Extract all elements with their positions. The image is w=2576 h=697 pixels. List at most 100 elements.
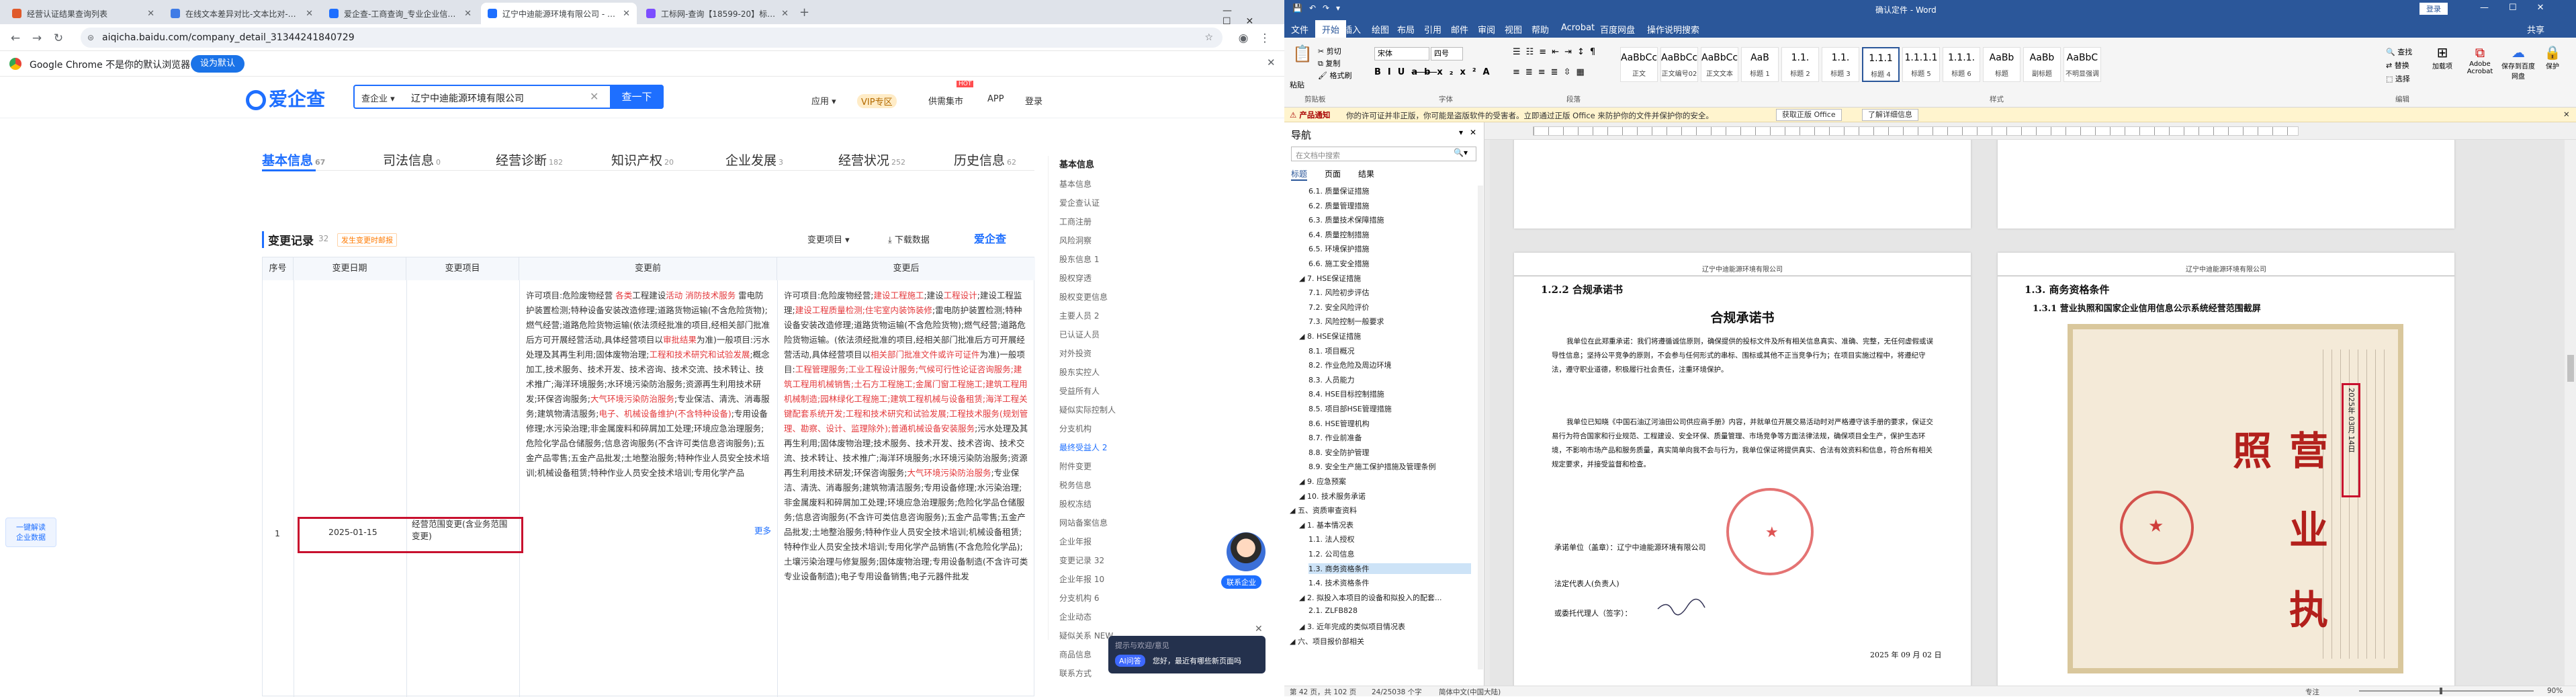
paste-label[interactable]: 粘贴 — [1290, 79, 1304, 90]
main-tab-3[interactable]: 知识产权 20 — [611, 151, 674, 169]
right-nav-item[interactable]: 疑似实际控制人 — [1049, 401, 1128, 419]
site-info-icon[interactable]: ⊜ — [87, 28, 94, 48]
more-link[interactable]: 更多 — [754, 524, 771, 538]
nav-market[interactable]: 供需集市 — [928, 94, 963, 107]
main-tab-5[interactable]: 经营状况 252 — [838, 151, 905, 169]
nav-heading-item[interactable]: ◢ 7. HSE保证措施 — [1299, 273, 1471, 284]
search-button[interactable]: 查一下 — [610, 85, 664, 109]
assistant-avatar[interactable] — [1227, 532, 1265, 571]
collapse-caret-icon[interactable]: ◢ — [1299, 477, 1307, 486]
nav-heading-item[interactable]: 8.2. 作业危险及周边环境 — [1308, 360, 1471, 370]
nav-heading-item[interactable]: 1.2. 公司信息 — [1308, 548, 1471, 559]
font-format-buttons[interactable]: BIUabx₂x²A — [1374, 67, 1497, 77]
nav-login[interactable]: 登录 — [1025, 94, 1042, 107]
close-message-icon[interactable]: ✕ — [2563, 110, 2570, 119]
quick-access-toolbar[interactable]: 💾↶↷▾ — [1292, 3, 1347, 13]
nav-heading-item[interactable]: 6.2. 质量管理措施 — [1308, 200, 1471, 211]
nav-search-icon[interactable]: 🔍▾ — [1454, 148, 1468, 157]
style-gallery-item[interactable]: AaBbCcI 正文文本 — [1701, 47, 1738, 82]
nav-heading-item[interactable]: 8.6. HSE管理机构 — [1308, 418, 1471, 429]
filter-dropdown[interactable]: 变更项目 ▾ — [807, 233, 850, 245]
right-nav-item[interactable]: 爱企查认证 — [1049, 194, 1128, 212]
site-logo[interactable]: 爱企查 — [246, 85, 325, 112]
learn-more-button[interactable]: 了解详细信息 — [1862, 109, 1918, 121]
right-nav-item[interactable]: 风险洞察 — [1049, 231, 1128, 250]
ribbon-tab-10[interactable]: Acrobat — [1561, 23, 1595, 33]
nav-heading-item[interactable]: 6.4. 质量控制措施 — [1308, 229, 1471, 240]
address-bar[interactable]: ⊜ aiqicha.baidu.com/company_detail_31344… — [81, 28, 1223, 48]
baidu-save-button[interactable]: ☁ 保存到百度网盘 — [2501, 44, 2535, 81]
word-login-button[interactable]: 登录 — [2419, 3, 2448, 15]
right-nav-item[interactable]: 对外投资 — [1049, 344, 1128, 363]
tab-close-icon[interactable]: ✕ — [306, 9, 313, 19]
main-tab-0[interactable]: 基本信息 67 — [262, 151, 325, 169]
focus-mode[interactable]: 专注 — [2305, 687, 2319, 697]
doc-scrollbar[interactable] — [2565, 140, 2576, 686]
style-gallery-item[interactable]: 1.1.1. 标题 6 — [1943, 47, 1980, 82]
nav-heading-item[interactable]: 1.4. 技术资格条件 — [1308, 577, 1471, 588]
browser-tab[interactable]: 在线文本差异对比-文本比对-文本 ✕ — [164, 3, 320, 24]
ribbon-tab-11[interactable]: 百度网盘 — [1600, 23, 1635, 36]
nav-vip[interactable]: VIP专区 — [857, 94, 897, 108]
style-gallery-item[interactable]: 1.1. 标题 2 — [1781, 47, 1819, 82]
style-gallery-item[interactable]: 1.1.1.1 标题 5 — [1902, 47, 1940, 82]
right-nav-item[interactable]: 企业年报 10 — [1049, 570, 1128, 589]
right-nav-item[interactable]: 已认证人员 — [1049, 325, 1128, 344]
nav-tab-headings[interactable]: 标题 — [1291, 168, 1308, 181]
tab-close-icon[interactable]: ✕ — [464, 9, 472, 19]
main-tab-1[interactable]: 司法信息 0 — [383, 151, 441, 169]
right-nav-item[interactable]: 分支机构 — [1049, 419, 1128, 438]
download-data-button[interactable]: ⤓ 下载数据 — [888, 233, 930, 245]
nav-heading-item[interactable]: 2.1. ZLFB828 — [1308, 606, 1471, 615]
collapse-caret-icon[interactable]: ◢ — [1299, 492, 1307, 501]
right-nav-item[interactable]: 基本信息 — [1049, 175, 1128, 194]
collapse-caret-icon[interactable]: ◢ — [1290, 637, 1298, 646]
collapse-caret-icon[interactable]: ◢ — [1299, 593, 1307, 602]
browser-tab[interactable]: 经营认证结果查询列表 ✕ — [5, 3, 161, 24]
right-nav-item[interactable]: 网站备案信息 — [1049, 514, 1128, 532]
right-nav-item[interactable]: 股权冻结 — [1049, 495, 1128, 514]
language[interactable]: 简体中文(中国大陆) — [1439, 687, 1501, 697]
ribbon-tab-2[interactable]: 插入 — [1343, 23, 1361, 36]
nav-heading-item[interactable]: 8.4. HSE目标控制措施 — [1308, 388, 1471, 399]
find-button[interactable]: 🔍 查找 — [2386, 46, 2412, 59]
back-icon[interactable]: ← — [7, 30, 24, 47]
nav-heading-item[interactable]: 8.5. 项目部HSE管理措施 — [1308, 403, 1471, 414]
nav-heading-item[interactable]: ◢ 1. 基本情况表 — [1299, 520, 1471, 530]
ribbon-tab-3[interactable]: 绘图 — [1372, 23, 1389, 36]
menu-kebab-icon[interactable]: ⋮ — [1256, 30, 1274, 47]
collapse-caret-icon[interactable]: ◢ — [1299, 521, 1307, 530]
nav-heading-item[interactable]: 1.1. 法人授权 — [1308, 534, 1471, 544]
set-default-button[interactable]: 设为默认 — [191, 55, 245, 73]
close-infobar-icon[interactable]: ✕ — [1267, 56, 1276, 69]
paste-icon[interactable]: 📋 — [1291, 44, 1314, 78]
nav-heading-item[interactable]: ◢ 8. HSE保证措施 — [1299, 331, 1471, 341]
tab-close-icon[interactable]: ✕ — [623, 9, 630, 19]
document-canvas[interactable]: 辽宁中迪能源环境有限公司 1.2.2 合规承诺书 合规承诺书 我单位在此郑重承诺… — [1490, 140, 2576, 686]
nav-heading-item[interactable]: 7.2. 安全风险评价 — [1308, 302, 1471, 313]
right-nav-item[interactable]: 变更记录 32 — [1049, 551, 1128, 570]
ribbon-tab-7[interactable]: 审阅 — [1478, 23, 1495, 36]
nav-scrollbar[interactable] — [1478, 186, 1483, 669]
forward-icon[interactable]: → — [28, 30, 46, 47]
tab-close-icon[interactable]: ✕ — [781, 9, 789, 19]
change-alert-tag[interactable]: 发生变更时邮报 — [337, 233, 397, 247]
nav-heading-item[interactable]: 8.7. 作业前准备 — [1308, 432, 1471, 443]
style-gallery-item[interactable]: 1.1. 标题 3 — [1822, 47, 1859, 82]
right-nav-item[interactable]: 附件变更 — [1049, 457, 1128, 476]
nav-heading-item[interactable]: ◢ 10. 技术服务承诺 — [1299, 491, 1471, 501]
right-nav-item[interactable]: 股权变更信息 — [1049, 288, 1128, 306]
format-painter-button[interactable]: 🖌 格式刷 — [1318, 70, 1351, 82]
collapse-caret-icon[interactable]: ◢ — [1299, 622, 1307, 631]
ai-interpret-float[interactable]: 一键解读 企业数据 — [5, 518, 56, 547]
share-button[interactable]: 共享 — [2527, 23, 2544, 36]
right-nav-item[interactable]: 工商注册 — [1049, 212, 1128, 231]
nav-heading-item[interactable]: 1.3. 商务资格条件 — [1308, 563, 1471, 574]
nav-heading-item[interactable]: 7.1. 风险初步评估 — [1308, 287, 1471, 298]
nav-heading-item[interactable]: 7.3. 风险控制一般要求 — [1308, 316, 1471, 327]
addins-button[interactable]: ⊞ 加载项 — [2426, 44, 2458, 81]
nav-heading-item[interactable]: 8.3. 人员能力 — [1308, 374, 1471, 385]
main-tab-2[interactable]: 经营诊断 182 — [496, 151, 563, 169]
collapse-caret-icon[interactable]: ◢ — [1290, 506, 1298, 515]
cut-button[interactable]: ✂ 剪切 — [1318, 46, 1351, 58]
